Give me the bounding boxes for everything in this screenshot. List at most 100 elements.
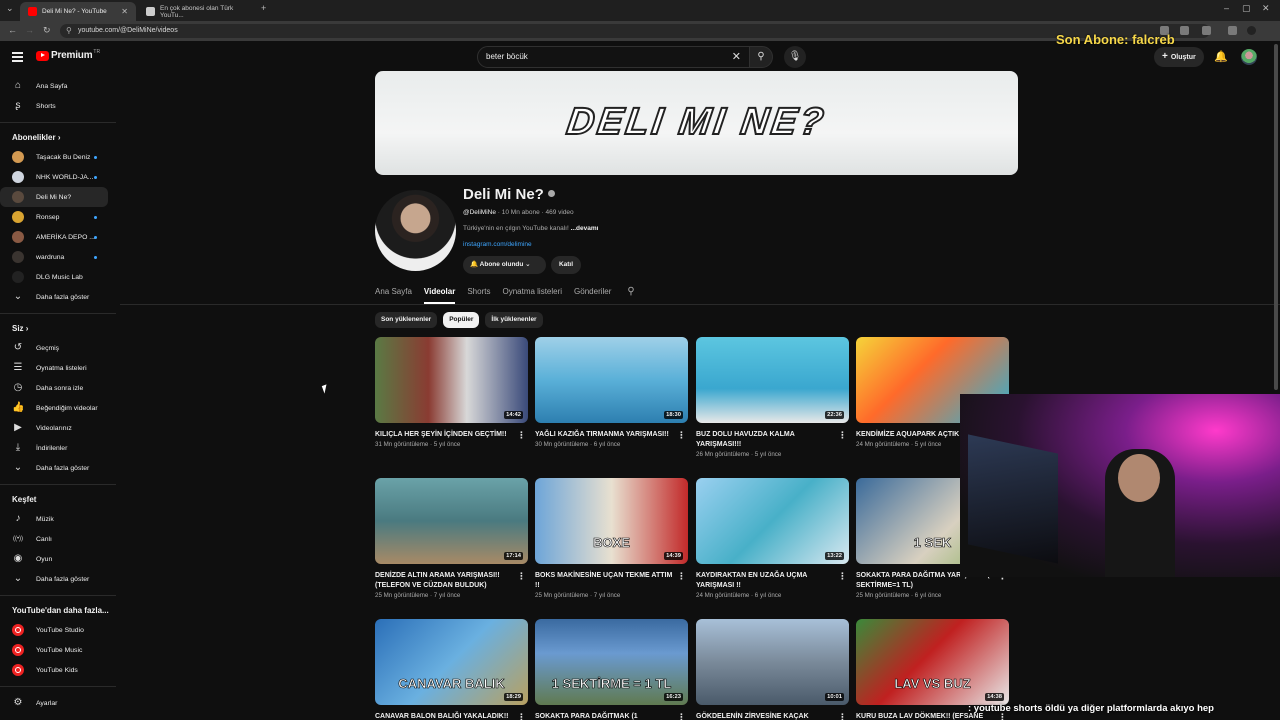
- video-title[interactable]: KILIÇLA HER ŞEYİN İÇİNDEN GEÇTİM!! ⋮: [375, 430, 528, 440]
- more-options-icon[interactable]: ⋮: [838, 571, 847, 581]
- join-button[interactable]: Katıl: [551, 256, 581, 274]
- extension-icon[interactable]: [1202, 26, 1211, 35]
- address-bar[interactable]: ⚲ youtube.com/@DeliMiNe/videos: [60, 24, 1210, 38]
- sidebar-item-sub[interactable]: DLG Music Lab: [0, 267, 120, 287]
- voice-search-button[interactable]: 🎙: [784, 46, 806, 68]
- page-scrollbar[interactable]: [1274, 44, 1278, 390]
- video-thumbnail[interactable]: 1 SEKTİRME = 1 TL 16:23: [535, 619, 688, 705]
- video-card[interactable]: CANAVAR BALIK 18:29 CANAVAR BALON BALIĞI Y…: [375, 619, 528, 720]
- more-options-icon[interactable]: ⋮: [838, 430, 847, 440]
- more-options-icon[interactable]: ⋮: [677, 571, 686, 581]
- sidebar-item-more[interactable]: YouTube Kids: [0, 660, 120, 680]
- sidebar-item-sub[interactable]: Deli Mi Ne?: [0, 187, 108, 207]
- channel-description[interactable]: Türkiye'nin en çılgın YouTube kanalı! ..…: [463, 225, 598, 232]
- sidebar-item-more[interactable]: YouTube Music: [0, 640, 120, 660]
- channel-tab[interactable]: Shorts: [467, 284, 490, 304]
- extension-icon[interactable]: [1228, 26, 1237, 35]
- channel-tab[interactable]: Ana Sayfa: [375, 284, 412, 304]
- video-card[interactable]: 10:01 GÖKDELENİN ZİRVESİNE KAÇAK ⋮: [696, 619, 849, 720]
- notifications-bell-icon[interactable]: 🔔: [1214, 50, 1228, 63]
- video-card[interactable]: BOXE 14:39 BOKS MAKİNESİNE UÇAN TEKME ATTI…: [535, 478, 688, 599]
- sidebar-item[interactable]: ♪ Müzik: [0, 509, 120, 529]
- more-link[interactable]: ...devamı: [571, 225, 599, 232]
- video-card[interactable]: 17:14 DENİZDE ALTIN ARAMA YARIŞMASI!! (TE…: [375, 478, 528, 599]
- video-thumbnail[interactable]: 10:01: [696, 619, 849, 705]
- video-thumbnail[interactable]: 18:30: [535, 337, 688, 423]
- sidebar-item-sub[interactable]: wardruna: [0, 247, 120, 267]
- channel-tab[interactable]: Oynatma listeleri: [502, 284, 562, 304]
- video-title[interactable]: BUZ DOLU HAVUZDA KALMA YARIŞMASI!!! ⋮: [696, 430, 849, 450]
- channel-tab[interactable]: Videolar: [423, 284, 456, 304]
- video-title[interactable]: DENİZDE ALTIN ARAMA YARIŞMASI!! (TELEFON…: [375, 571, 528, 591]
- site-info-icon[interactable]: ⚲: [66, 24, 72, 38]
- youtube-logo[interactable]: Premium TR: [36, 49, 100, 61]
- maximize-icon[interactable]: ▢: [1242, 3, 1251, 14]
- search-input[interactable]: beter böcük ✕: [477, 46, 750, 68]
- sidebar-item-shorts[interactable]: ʂ Shorts: [0, 96, 120, 116]
- minimize-icon[interactable]: –: [1224, 3, 1229, 13]
- video-thumbnail[interactable]: 17:14: [375, 478, 528, 564]
- avatar[interactable]: [1241, 49, 1257, 65]
- subscribed-button[interactable]: 🔔 Abone olundu ⌄: [463, 256, 546, 274]
- sort-chip[interactable]: Popüler: [443, 312, 480, 328]
- video-thumbnail[interactable]: BOXE 14:39: [535, 478, 688, 564]
- sidebar-item[interactable]: ((•)) Canlı: [0, 529, 120, 549]
- back-icon[interactable]: ←: [8, 25, 17, 35]
- video-thumbnail[interactable]: 14:42: [375, 337, 528, 423]
- sidebar-item[interactable]: ◉ Oyun: [0, 549, 120, 569]
- sidebar-item-settings[interactable]: ⚙ Ayarlar: [0, 693, 120, 713]
- you-show-more[interactable]: ⌄ Daha fazla göster: [0, 458, 120, 478]
- sort-chip[interactable]: İlk yüklenenler: [485, 312, 543, 328]
- more-options-icon[interactable]: ⋮: [838, 712, 847, 720]
- extension-icon[interactable]: [1180, 26, 1189, 35]
- more-options-icon[interactable]: ⋮: [517, 571, 526, 581]
- video-card[interactable]: 1 SEKTİRME = 1 TL 16:23 SOKAKTA PARA DAĞIT…: [535, 619, 688, 720]
- sort-chip[interactable]: Son yüklenenler: [375, 312, 438, 328]
- more-options-icon[interactable]: ⋮: [677, 712, 686, 720]
- subs-show-more[interactable]: ⌄ Daha fazla göster: [0, 287, 120, 307]
- video-thumbnail[interactable]: CANAVAR BALIK 18:29: [375, 619, 528, 705]
- video-thumbnail[interactable]: 13:22: [696, 478, 849, 564]
- channel-tab[interactable]: Gönderiler: [574, 284, 611, 304]
- video-title[interactable]: GÖKDELENİN ZİRVESİNE KAÇAK ⋮: [696, 712, 849, 720]
- video-card[interactable]: 14:42 KILIÇLA HER ŞEYİN İÇİNDEN GEÇTİM!! ⋮…: [375, 337, 528, 448]
- video-title[interactable]: YAĞLI KAZIĞA TIRMANMA YARIŞMASI!! ⋮: [535, 430, 688, 440]
- video-title[interactable]: KAYDIRAKTAN EN UZAĞA UÇMA YARIŞMASI !! ⋮: [696, 571, 849, 591]
- more-options-icon[interactable]: ⋮: [517, 430, 526, 440]
- sidebar-item-sub[interactable]: NHK WORLD-JA...: [0, 167, 120, 187]
- more-options-icon[interactable]: ⋮: [517, 712, 526, 720]
- sidebar-item[interactable]: ▶ Videolarınız: [0, 418, 120, 438]
- video-title[interactable]: CANAVAR BALON BALIĞI YAKALADIK!! ⋮: [375, 712, 528, 720]
- video-title[interactable]: SOKAKTA PARA DAĞITMAK (1 ⋮: [535, 712, 688, 720]
- sidebar-item-sub[interactable]: AMERİKA DEPO ...: [0, 227, 120, 247]
- sidebar-item-sub[interactable]: Taşacak Bu Deniz: [0, 147, 120, 167]
- video-card[interactable]: 13:22 KAYDIRAKTAN EN UZAĞA UÇMA YARIŞMASI…: [696, 478, 849, 599]
- close-window-icon[interactable]: ✕: [1262, 3, 1270, 14]
- sidebar-item[interactable]: ◷ Daha sonra izle: [0, 378, 120, 398]
- video-thumbnail[interactable]: LAV VS BUZ 14:38: [856, 619, 1009, 705]
- video-card[interactable]: 18:30 YAĞLI KAZIĞA TIRMANMA YARIŞMASI!! ⋮ 3…: [535, 337, 688, 448]
- sidebar-item[interactable]: ☰ Oynatma listeleri: [0, 358, 120, 378]
- search-button[interactable]: ⚲: [749, 46, 773, 68]
- you-header[interactable]: Siz ›: [0, 320, 120, 338]
- explore-show-more[interactable]: ⌄ Daha fazla göster: [0, 569, 120, 589]
- reload-icon[interactable]: ↻: [43, 25, 51, 36]
- profile-icon[interactable]: [1247, 26, 1256, 35]
- close-tab-icon[interactable]: ✕: [121, 7, 128, 16]
- sidebar-item[interactable]: 👍 Beğendiğim videolar: [0, 398, 120, 418]
- tab-search-icon[interactable]: ⌄: [6, 3, 14, 14]
- clear-search-icon[interactable]: ✕: [732, 47, 741, 67]
- channel-search-icon[interactable]: ⚲: [627, 284, 634, 304]
- forward-icon[interactable]: →: [25, 25, 34, 35]
- sidebar-item-home[interactable]: ⌂ Ana Sayfa: [0, 76, 120, 96]
- create-button[interactable]: + Oluştur: [1154, 47, 1204, 67]
- more-options-icon[interactable]: ⋮: [677, 430, 686, 440]
- new-tab-button[interactable]: +: [261, 3, 266, 13]
- sidebar-item-more[interactable]: YouTube Studio: [0, 620, 120, 640]
- video-card[interactable]: 22:36 BUZ DOLU HAVUZDA KALMA YARIŞMASI!!!…: [696, 337, 849, 458]
- browser-tab-active[interactable]: Deli Mi Ne? - YouTube ✕: [20, 2, 136, 21]
- sidebar-item[interactable]: ↺ Geçmiş: [0, 338, 120, 358]
- menu-icon[interactable]: [12, 52, 23, 64]
- browser-tab[interactable]: En çok abonesi olan Türk YouTu...: [138, 2, 256, 21]
- sidebar-item-sub[interactable]: Ronsep: [0, 207, 120, 227]
